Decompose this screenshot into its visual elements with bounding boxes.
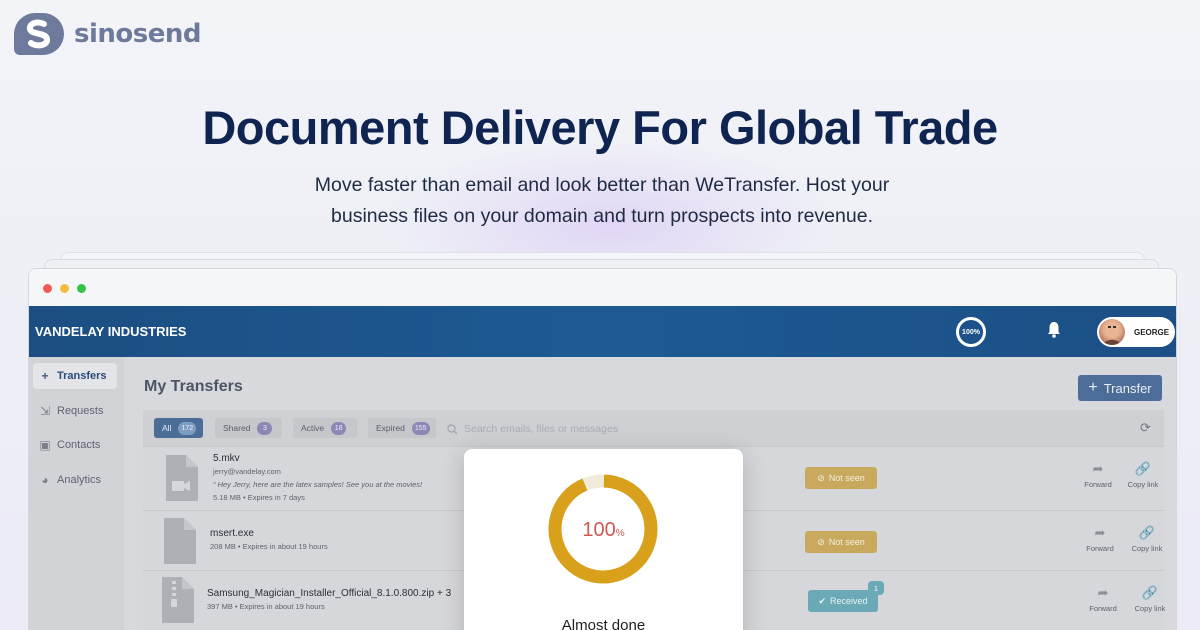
- request-icon: ⇲: [39, 404, 51, 418]
- new-transfer-label: Transfer: [1103, 380, 1152, 396]
- progress-value: 100: [582, 519, 616, 541]
- refresh-icon[interactable]: ⟳: [1140, 420, 1151, 436]
- transfer-message: “ Hey Jerry, here are the latex samples!…: [213, 480, 423, 489]
- forward-label: Forward: [1089, 604, 1117, 613]
- status-label: Not seen: [828, 537, 865, 547]
- sidebar-item-requests[interactable]: ⇲ Requests: [33, 398, 117, 424]
- forward-button[interactable]: ➦ Forward: [1076, 461, 1120, 489]
- status-count: 1: [868, 581, 884, 595]
- maximize-window-button[interactable]: [77, 284, 86, 293]
- filter-shared[interactable]: Shared 3: [215, 418, 282, 438]
- check-icon: ✔: [818, 595, 826, 606]
- upload-progress-indicator[interactable]: 100%: [956, 317, 986, 347]
- filter-bar: All 172 Shared 3 Active 18 Expired 155 S…: [143, 410, 1164, 446]
- file-name: msert.exe: [210, 528, 254, 539]
- sidebar-item-label: Transfers: [57, 370, 107, 382]
- filter-count: 172: [178, 421, 197, 435]
- filter-label: Shared: [223, 423, 251, 433]
- status-badge: ⊘ Not seen: [805, 467, 877, 489]
- eye-off-icon: ⊘: [817, 536, 825, 547]
- filter-label: Expired: [376, 423, 405, 433]
- sidebar-item-transfers[interactable]: + Transfers: [33, 363, 117, 389]
- upload-progress-label: 100%: [962, 328, 980, 336]
- minimize-window-button[interactable]: [60, 284, 69, 293]
- hero-subtitle: Move faster than email and look better t…: [300, 170, 904, 232]
- filter-count: 3: [257, 421, 273, 435]
- filter-active[interactable]: Active 18: [293, 418, 357, 438]
- copy-link-button[interactable]: 🔗 Copy link: [1125, 525, 1169, 553]
- avatar: [1099, 319, 1125, 345]
- eye-off-icon: ⊘: [817, 472, 825, 483]
- search-icon: [447, 422, 458, 440]
- copy-link-label: Copy link: [1131, 544, 1163, 553]
- plus-icon: +: [41, 369, 49, 383]
- progress-status: Almost done: [561, 617, 646, 630]
- window-titlebar: [29, 269, 1176, 306]
- brand-name: sinosend: [74, 19, 202, 49]
- forward-icon: ➦: [1094, 525, 1106, 540]
- video-file-icon: [164, 455, 198, 506]
- filter-all[interactable]: All 172: [154, 418, 203, 438]
- hero-subtitle-line: Move faster than email and look better t…: [314, 174, 890, 196]
- zip-file-icon: [160, 577, 194, 628]
- pie-chart-icon: ◕: [41, 473, 49, 487]
- status-label: Not seen: [828, 473, 865, 483]
- sidebar-item-label: Analytics: [57, 474, 102, 486]
- user-name: GEORGE: [1134, 327, 1170, 337]
- hero-subtitle-line: business files on your domain and turn p…: [331, 205, 873, 227]
- copy-link-button[interactable]: 🔗 Copy link: [1121, 461, 1165, 489]
- bell-icon[interactable]: [1047, 321, 1061, 343]
- forward-label: Forward: [1086, 544, 1114, 553]
- new-transfer-button[interactable]: + Transfer: [1078, 375, 1162, 401]
- status-badge: ✔ Received 1: [808, 581, 884, 612]
- transfer-message-text: Hey Jerry, here are the latex samples! S…: [217, 480, 423, 489]
- forward-label: Forward: [1084, 480, 1112, 489]
- user-menu[interactable]: GEORGE: [1097, 317, 1175, 347]
- file-meta: 5.18 MB • Expires in 7 days: [213, 493, 305, 502]
- status-badge: ⊘ Not seen: [805, 531, 877, 553]
- link-icon: 🔗: [1138, 525, 1156, 540]
- filter-count: 155: [411, 421, 430, 435]
- file-meta: 397 MB • Expires in about 19 hours: [207, 602, 325, 611]
- hero-title: Document Delivery For Global Trade: [202, 101, 998, 154]
- sinosend-logo-icon: [14, 13, 64, 55]
- progress-unit: %: [615, 528, 625, 539]
- close-window-button[interactable]: [43, 284, 52, 293]
- link-icon: 🔗: [1134, 461, 1152, 476]
- progress-percent: 100%: [464, 519, 743, 542]
- file-meta: 208 MB • Expires in about 19 hours: [210, 542, 328, 551]
- status-label: Received: [830, 596, 868, 606]
- sidebar-item-analytics[interactable]: ◕ Analytics: [33, 467, 117, 493]
- filter-count: 18: [331, 421, 347, 435]
- contacts-icon: ▣: [39, 438, 51, 452]
- link-icon: 🔗: [1141, 585, 1159, 600]
- sidebar-item-contacts[interactable]: ▣ Contacts: [33, 432, 117, 458]
- copy-link-label: Copy link: [1127, 480, 1159, 489]
- app-header: VANDELAY INDUSTRIES 100% GEORGE: [29, 306, 1176, 357]
- sidebar: + Transfers ⇲ Requests ▣ Contacts ◕ Anal…: [29, 357, 124, 630]
- forward-icon: ➦: [1092, 461, 1104, 476]
- forward-icon: ➦: [1097, 585, 1109, 600]
- filter-label: Active: [301, 423, 325, 433]
- plus-icon: +: [1088, 379, 1098, 396]
- forward-button[interactable]: ➦ Forward: [1078, 525, 1122, 553]
- copy-link-label: Copy link: [1134, 604, 1166, 613]
- file-name: 5.mkv: [213, 453, 240, 464]
- search-input[interactable]: Search emails, files or messages: [464, 423, 618, 435]
- brand-logo[interactable]: sinosend: [14, 13, 202, 55]
- copy-link-button[interactable]: 🔗 Copy link: [1128, 585, 1172, 613]
- file-icon: [162, 518, 196, 569]
- upload-progress-modal: 100% Almost done: [464, 449, 743, 630]
- recipient-email: jerry@vandelay.com: [213, 467, 281, 476]
- sidebar-item-label: Contacts: [57, 439, 101, 451]
- company-name: VANDELAY INDUSTRIES: [35, 324, 187, 339]
- filter-label: All: [162, 423, 172, 433]
- filter-expired[interactable]: Expired 155: [368, 418, 436, 438]
- file-name: Samsung_Magician_Installer_Official_8.1.…: [207, 588, 452, 599]
- page-title: My Transfers: [144, 378, 243, 395]
- sidebar-item-label: Requests: [57, 405, 104, 417]
- forward-button[interactable]: ➦ Forward: [1081, 585, 1125, 613]
